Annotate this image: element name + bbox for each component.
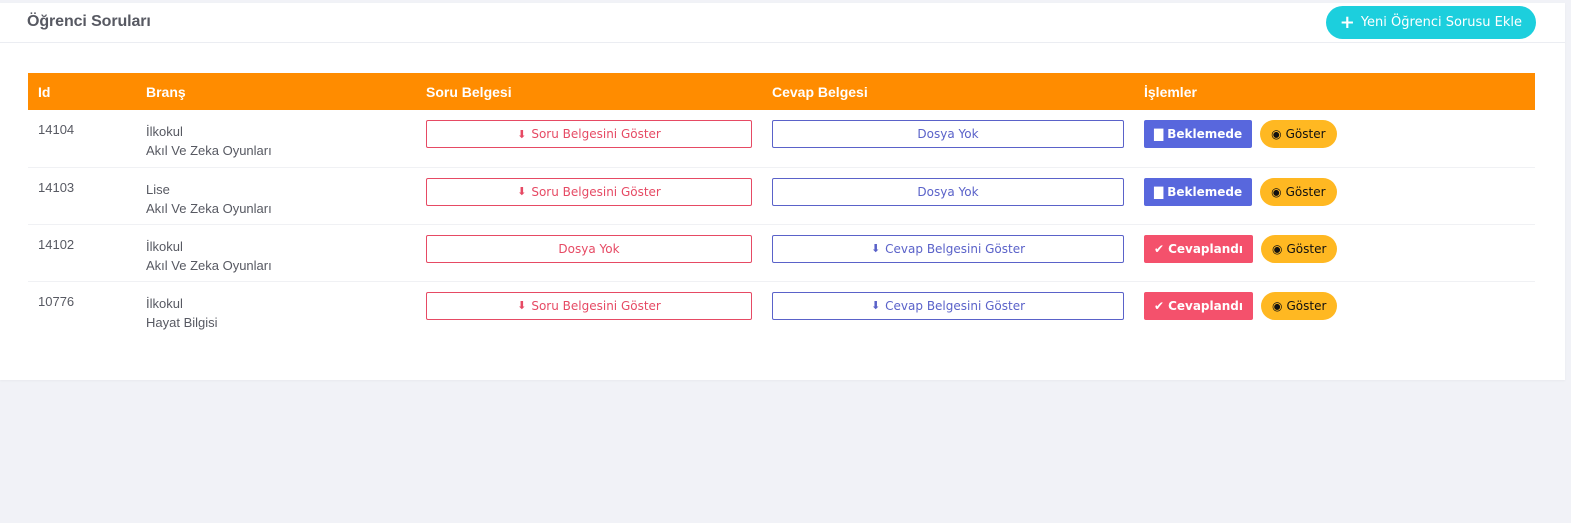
- plus-icon: +: [1339, 11, 1355, 33]
- archive-icon: ▇: [1154, 127, 1164, 141]
- status-label: Beklemede: [1167, 127, 1243, 141]
- table-row: 14103 Lise Akıl Ve Zeka Oyunları ⬇ Soru …: [28, 166, 1535, 224]
- soru-document-label: Dosya Yok: [558, 241, 620, 256]
- add-question-button[interactable]: + Yeni Öğrenci Sorusu Ekle: [1325, 6, 1536, 39]
- download-icon: ⬇: [517, 185, 527, 198]
- table-header-row: Id Branş Soru Belgesi Cevap Belgesi İşle…: [28, 73, 1535, 110]
- download-icon: ⬇: [870, 242, 881, 255]
- cevap-document-button[interactable]: ⬇ Cevap Belgesini Göster: [772, 234, 1124, 263]
- row-id: 14102: [38, 236, 75, 252]
- table-row: 10776 İlkokul Hayat Bilgisi ⬇ Soru Belge…: [28, 280, 1535, 338]
- table-row: 14104 İlkokul Akıl Ve Zeka Oyunları ⬇ So…: [28, 110, 1535, 167]
- soru-document-label: Soru Belgesini Göster: [531, 184, 661, 199]
- check-circle-icon: ✔: [1154, 298, 1165, 313]
- view-button[interactable]: ◉ Göster: [1260, 234, 1338, 263]
- page-title: Öğrenci Soruları: [27, 13, 151, 30]
- check-circle-icon: ✔: [1154, 241, 1165, 256]
- cevap-document-button[interactable]: Dosya Yok: [772, 177, 1124, 206]
- card-header: Öğrenci Soruları + Yeni Öğrenci Sorusu E…: [0, 3, 1565, 43]
- view-button[interactable]: ◉ Göster: [1260, 120, 1337, 148]
- add-question-label: Yeni Öğrenci Sorusu Ekle: [1360, 15, 1522, 30]
- soru-document-button[interactable]: ⬇ Soru Belgesini Göster: [426, 291, 752, 320]
- row-level: İlkokul: [146, 124, 183, 139]
- status-button[interactable]: ▇ Beklemede: [1144, 177, 1253, 206]
- questions-table: Id Branş Soru Belgesi Cevap Belgesi İşle…: [28, 73, 1535, 338]
- soru-document-button[interactable]: ⬇ Soru Belgesini Göster: [426, 120, 752, 148]
- cevap-document-label: Cevap Belgesini Göster: [885, 241, 1026, 256]
- view-label: Göster: [1286, 298, 1327, 313]
- status-label: Cevaplandı: [1168, 241, 1243, 256]
- cevap-document-label: Cevap Belgesini Göster: [885, 298, 1026, 313]
- soru-document-label: Soru Belgesini Göster: [531, 127, 661, 141]
- status-button[interactable]: ▇ Beklemede: [1144, 120, 1253, 148]
- row-subject: Akıl Ve Zeka Oyunları: [146, 200, 272, 216]
- eye-icon: ◉: [1271, 241, 1283, 256]
- eye-icon: ◉: [1271, 127, 1282, 141]
- status-button[interactable]: ✔ Cevaplandı: [1144, 234, 1253, 263]
- view-button[interactable]: ◉ Göster: [1260, 291, 1338, 320]
- view-label: Göster: [1285, 184, 1326, 199]
- row-level: İlkokul: [146, 238, 183, 254]
- cevap-document-label: Dosya Yok: [917, 127, 979, 141]
- row-subject: Hayat Bilgisi: [146, 314, 218, 330]
- view-button[interactable]: ◉ Göster: [1260, 177, 1337, 206]
- status-button[interactable]: ✔ Cevaplandı: [1144, 291, 1253, 320]
- eye-icon: ◉: [1271, 184, 1282, 199]
- header-soru: Soru Belgesi: [426, 83, 512, 100]
- row-level: Lise: [146, 181, 170, 197]
- status-label: Beklemede: [1167, 184, 1243, 199]
- soru-document-button[interactable]: ⬇ Soru Belgesini Göster: [426, 177, 752, 206]
- view-label: Göster: [1285, 127, 1326, 141]
- table-row: 14102 İlkokul Akıl Ve Zeka Oyunları Dosy…: [28, 223, 1535, 281]
- row-id: 14103: [38, 179, 75, 195]
- archive-icon: ▇: [1154, 184, 1164, 199]
- eye-icon: ◉: [1271, 298, 1283, 313]
- status-label: Cevaplandı: [1168, 298, 1243, 313]
- soru-document-button[interactable]: Dosya Yok: [426, 234, 752, 263]
- soru-document-label: Soru Belgesini Göster: [531, 298, 661, 313]
- row-id: 14104: [38, 122, 75, 137]
- cevap-document-label: Dosya Yok: [917, 184, 979, 199]
- download-icon: ⬇: [517, 299, 527, 312]
- header-islemler: İşlemler: [1144, 83, 1197, 100]
- cevap-document-button[interactable]: Dosya Yok: [772, 120, 1124, 148]
- row-subject: Akıl Ve Zeka Oyunları: [146, 143, 272, 158]
- row-level: İlkokul: [146, 295, 183, 311]
- header-brans: Branş: [146, 83, 186, 100]
- header-id: Id: [38, 83, 51, 100]
- download-icon: ⬇: [870, 299, 881, 312]
- questions-card: Öğrenci Soruları + Yeni Öğrenci Sorusu E…: [0, 3, 1565, 380]
- cevap-document-button[interactable]: ⬇ Cevap Belgesini Göster: [772, 291, 1124, 320]
- row-subject: Akıl Ve Zeka Oyunları: [146, 257, 272, 273]
- view-label: Göster: [1286, 241, 1327, 256]
- row-id: 10776: [38, 293, 75, 309]
- download-icon: ⬇: [517, 127, 527, 141]
- header-cevap: Cevap Belgesi: [772, 83, 868, 100]
